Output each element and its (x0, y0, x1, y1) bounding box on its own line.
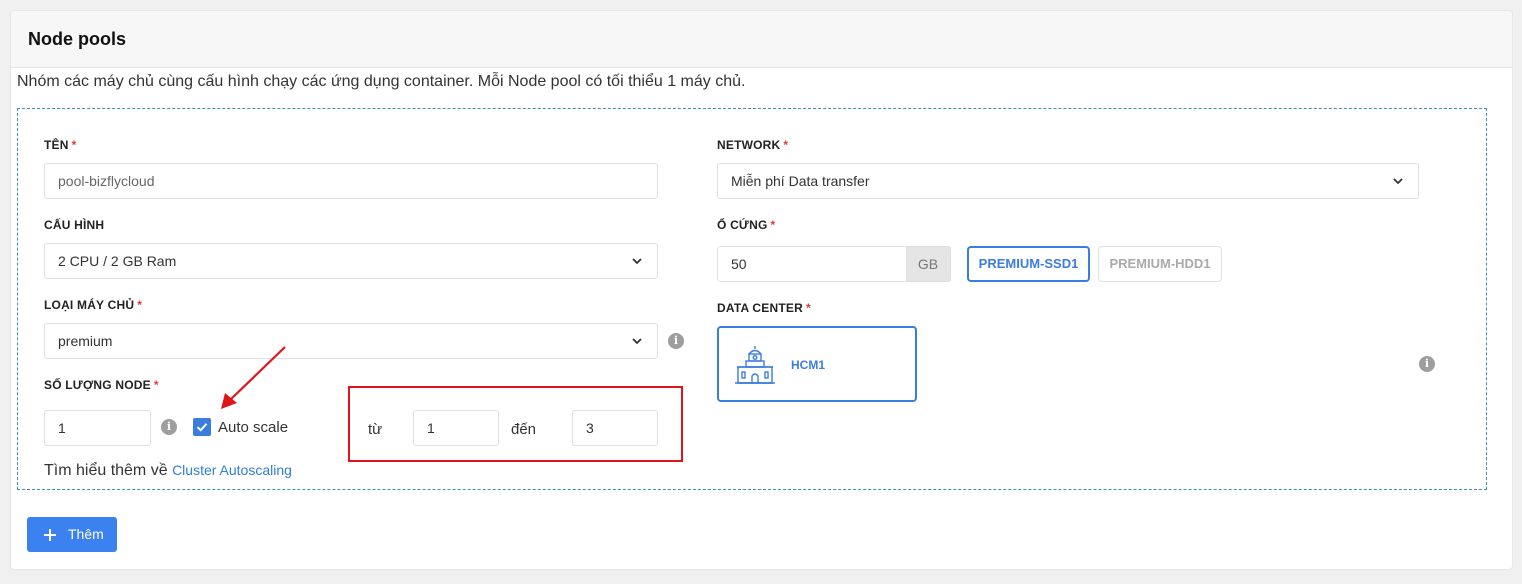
server-type-select[interactable]: premium (44, 323, 658, 359)
datacenter-label: DATA CENTER * (717, 301, 811, 315)
chevron-down-icon (1393, 178, 1403, 185)
datacenter-option-hcm1[interactable]: HCM1 (717, 326, 917, 402)
disk-size-input[interactable]: 50 (717, 246, 907, 282)
add-node-pool-button[interactable]: Thêm (27, 517, 117, 552)
datacenter-name: HCM1 (791, 358, 826, 372)
chevron-down-icon (632, 338, 642, 345)
config-select[interactable]: 2 CPU / 2 GB Ram (44, 243, 658, 279)
config-select-value: 2 CPU / 2 GB Ram (58, 253, 177, 269)
chevron-down-icon (632, 258, 642, 265)
add-button-label: Thêm (68, 526, 104, 542)
autoscale-label[interactable]: Auto scale (218, 419, 288, 436)
autoscale-checkbox[interactable] (193, 418, 211, 436)
node-count-input[interactable]: 1 (44, 410, 151, 446)
disk-size-value: 50 (731, 256, 747, 272)
learn-more-prefix: Tìm hiểu thêm về (44, 462, 168, 479)
network-label: NETWORK * (717, 138, 789, 152)
name-input[interactable]: pool-bizflycloud (44, 163, 658, 199)
disk-type-premium-ssd1-button[interactable]: PREMIUM-SSD1 (967, 246, 1090, 282)
server-type-info-icon[interactable]: i (668, 333, 684, 349)
disk-label: Ổ CỨNG * (717, 218, 776, 232)
autoscale-max-value: 3 (586, 420, 594, 436)
server-type-label: LOẠI MÁY CHỦ * (44, 298, 143, 312)
card-header: Node pools (11, 11, 1512, 68)
name-label: TÊN * (44, 138, 77, 152)
name-input-value: pool-bizflycloud (58, 173, 155, 189)
disk-unit-addon: GB (906, 246, 951, 282)
annotation-arrow (221, 346, 286, 409)
network-select[interactable]: Miễn phí Data transfer (717, 163, 1419, 199)
autoscale-min-value: 1 (427, 420, 435, 436)
disk-type-premium-hdd1-button[interactable]: PREMIUM-HDD1 (1098, 246, 1222, 282)
datacenter-info-icon[interactable]: i (1419, 356, 1435, 372)
autoscale-min-input[interactable]: 1 (413, 410, 499, 446)
description-text: Nhóm các máy chủ cùng cấu hình chạy các … (17, 73, 746, 90)
page-title: Node pools (28, 29, 126, 49)
range-from-label: từ (368, 421, 383, 438)
network-select-value: Miễn phí Data transfer (731, 173, 870, 189)
node-count-info-icon[interactable]: i (161, 419, 177, 435)
range-to-label: đến (511, 421, 537, 438)
config-label: CẤU HÌNH (44, 218, 105, 232)
server-type-select-value: premium (58, 333, 113, 349)
learn-more-text: Tìm hiểu thêm về Cluster Autoscaling (44, 462, 292, 480)
check-icon (196, 423, 208, 432)
node-count-value: 1 (58, 420, 66, 436)
node-count-label: SỐ LƯỢNG NODE * (44, 378, 159, 392)
cluster-autoscaling-link[interactable]: Cluster Autoscaling (172, 462, 292, 478)
autoscale-max-input[interactable]: 3 (572, 410, 658, 446)
plus-icon (44, 529, 56, 541)
building-icon (735, 346, 775, 384)
